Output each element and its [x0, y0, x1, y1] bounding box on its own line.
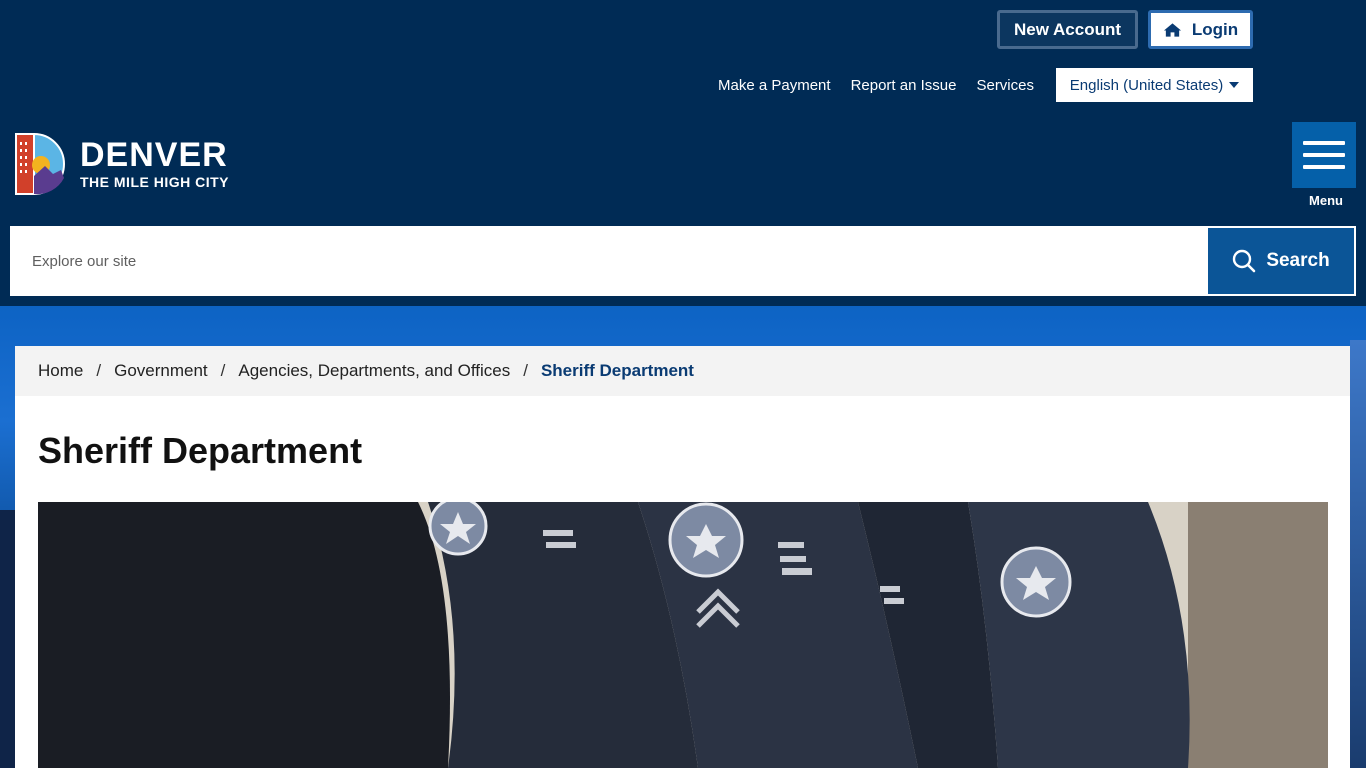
skyline-image-right: [1350, 340, 1366, 768]
home-icon: [1163, 22, 1181, 37]
language-select[interactable]: English (United States): [1056, 68, 1253, 102]
officers-illustration: [38, 502, 1328, 768]
hamburger-icon-bar: [1303, 153, 1345, 157]
search-button-label: Search: [1266, 250, 1330, 271]
breadcrumb-government[interactable]: Government: [114, 361, 208, 381]
main-content: Home / Government / Agencies, Department…: [15, 346, 1350, 768]
hamburger-icon-bar: [1303, 165, 1345, 169]
sheriff-officers-photo: [38, 502, 1328, 768]
breadcrumb-home[interactable]: Home: [38, 361, 83, 381]
logo-wordmark: DENVER THE MILE HIGH CITY: [80, 138, 229, 190]
denver-logo-mark-icon: [15, 132, 65, 196]
login-button[interactable]: Login: [1148, 10, 1253, 49]
breadcrumb-separator: /: [523, 361, 528, 380]
breadcrumb-separator: /: [96, 361, 102, 380]
search-icon: [1233, 249, 1256, 273]
utility-nav: Make a Payment Report an Issue Services: [718, 68, 1054, 102]
search-bar: Search: [10, 226, 1356, 296]
search-button[interactable]: Search: [1208, 228, 1354, 294]
search-input[interactable]: [10, 226, 1206, 296]
logo-title: DENVER: [80, 136, 228, 174]
page-title: Sheriff Department: [38, 430, 363, 471]
site-header: New Account Login Make a Payment Report …: [0, 0, 1366, 306]
skyline-image: [0, 510, 16, 768]
breadcrumb-agencies[interactable]: Agencies, Departments, and Offices: [238, 361, 510, 381]
menu-button[interactable]: [1292, 122, 1356, 188]
logo-subtitle: THE MILE HIGH CITY: [80, 174, 229, 190]
login-label: Login: [1191, 19, 1239, 39]
denver-logo[interactable]: DENVER THE MILE HIGH CITY: [15, 132, 229, 196]
breadcrumb-current: Sheriff Department: [540, 361, 694, 380]
make-payment-link[interactable]: Make a Payment: [718, 77, 831, 94]
breadcrumb-separator: /: [220, 361, 226, 380]
language-value: English (United States): [1069, 76, 1224, 94]
menu-label: Menu: [1309, 193, 1343, 208]
breadcrumb: Home / Government / Agencies, Department…: [15, 346, 1350, 396]
services-link[interactable]: Services: [976, 77, 1034, 94]
hamburger-icon: [1303, 141, 1345, 145]
report-issue-link[interactable]: Report an Issue: [851, 77, 957, 94]
new-account-button[interactable]: New Account: [997, 10, 1138, 49]
caret-down-icon: [1229, 82, 1240, 88]
new-account-label: New Account: [1013, 19, 1122, 39]
